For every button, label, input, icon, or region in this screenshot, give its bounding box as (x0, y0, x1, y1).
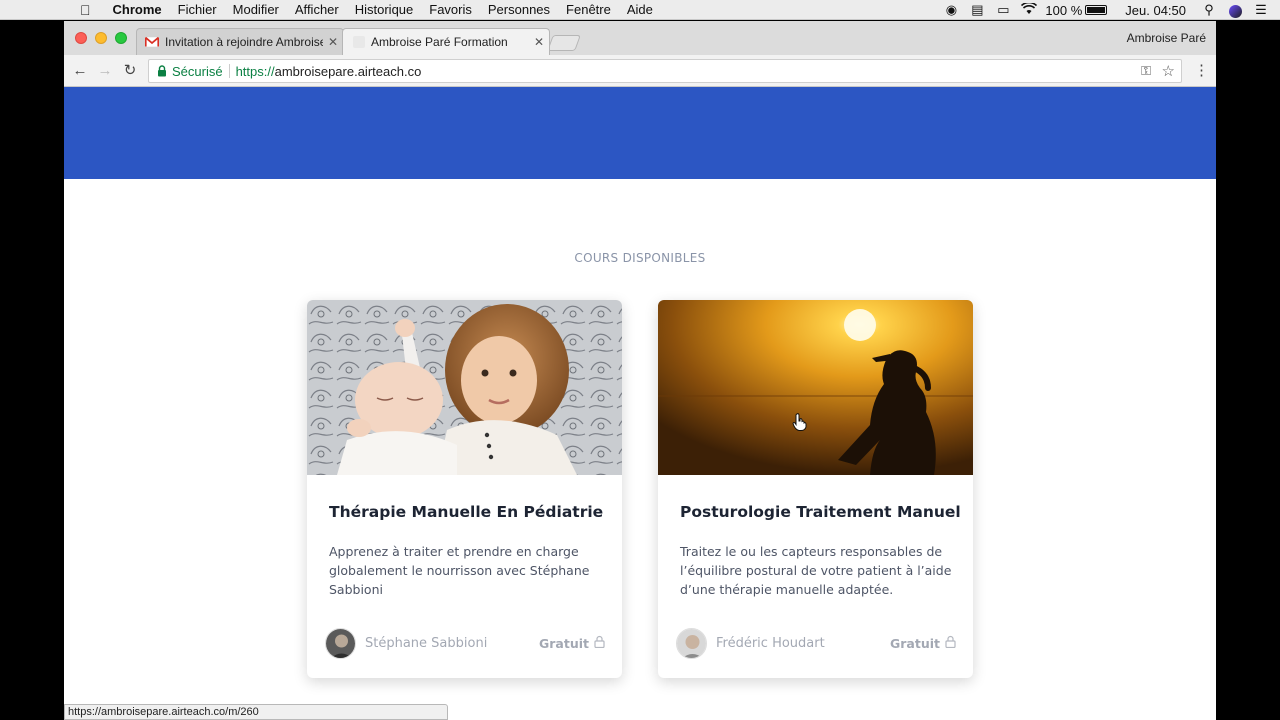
battery-percent: 100 % (1045, 2, 1083, 18)
record-icon[interactable]: ◉ (938, 2, 964, 18)
address-separator (228, 64, 230, 78)
profile-name[interactable]: Ambroise Paré (1127, 31, 1206, 45)
lock-icon (594, 635, 605, 651)
pocket-icon[interactable]: ▤ (964, 2, 990, 18)
key-icon[interactable]: ⚿ (1141, 63, 1151, 79)
hero-banner (64, 87, 1216, 179)
menu-modifier[interactable]: Modifier (225, 2, 287, 17)
macos-menubar:  Chrome Fichier Modifier Afficher Histo… (0, 0, 1280, 20)
course-card[interactable]: Posturologie Traitement Manuel Traitez l… (658, 300, 973, 678)
tab-label: Invitation à rejoindre Ambroise (165, 35, 323, 49)
author-avatar (676, 628, 707, 659)
menu-afficher[interactable]: Afficher (287, 2, 347, 17)
author-avatar (325, 628, 356, 659)
new-tab-button[interactable] (547, 35, 581, 51)
close-window-button[interactable] (75, 32, 87, 44)
page-content: COURS DISPONIBLES Thérapie Manuelle En P… (64, 87, 1216, 720)
address-bar[interactable]: Sécurisé https:// ambroisepare.airteach.… (148, 59, 1182, 83)
minimize-window-button[interactable] (95, 32, 107, 44)
zoom-window-button[interactable] (115, 32, 127, 44)
wifi-icon[interactable] (1016, 1, 1042, 18)
siri-icon[interactable] (1222, 2, 1248, 18)
tab-gmail-invitation[interactable]: Invitation à rejoindre Ambroise ✕ (136, 28, 344, 55)
course-card[interactable]: Thérapie Manuelle En Pédiatrie Apprenez … (307, 300, 622, 678)
menu-favoris[interactable]: Favoris (421, 2, 480, 17)
tab-label: Ambroise Paré Formation (371, 35, 508, 49)
price-label: Gratuit (890, 635, 940, 651)
menu-app-name[interactable]: Chrome (105, 2, 170, 17)
menu-historique[interactable]: Historique (347, 2, 422, 17)
airplay-icon[interactable]: ▭ (990, 2, 1016, 18)
status-bar-url: https://ambroisepare.airteach.co/m/260 (64, 704, 448, 720)
menu-fichier[interactable]: Fichier (170, 2, 225, 17)
browser-toolbar: ← → ↻ Sécurisé https:// ambroisepare.air… (64, 55, 1216, 87)
lock-icon[interactable] (157, 65, 167, 77)
page-icon (353, 36, 365, 48)
forward-arrow-icon[interactable]: → (95, 61, 115, 81)
notification-center-icon[interactable]: ☰ (1248, 2, 1274, 18)
menu-personnes[interactable]: Personnes (480, 2, 558, 17)
course-description: Apprenez à traiter et prendre en charge … (329, 544, 590, 597)
price-badge: Gratuit (890, 635, 956, 651)
apple-icon[interactable]:  (0, 2, 105, 18)
close-tab-icon[interactable]: ✕ (529, 35, 549, 49)
gmail-icon (145, 37, 159, 47)
bookmark-star-icon[interactable]: ☆ (1162, 62, 1175, 80)
course-footer: Stéphane Sabbioni Gratuit (325, 628, 605, 660)
spotlight-search-icon[interactable]: ⚲ (1196, 2, 1222, 18)
back-arrow-icon[interactable]: ← (70, 61, 90, 81)
secure-label[interactable]: Sécurisé (172, 64, 223, 79)
author-name: Frédéric Houdart (716, 636, 825, 651)
more-menu-icon[interactable]: ⋮ (1194, 61, 1209, 79)
url-scheme: https:// (235, 63, 275, 79)
course-image-runner-sunset (658, 300, 973, 475)
menu-fenetre[interactable]: Fenêtre (558, 2, 619, 17)
author-name: Stéphane Sabbioni (365, 636, 488, 651)
lock-icon (945, 635, 956, 651)
price-label: Gratuit (539, 635, 589, 651)
battery-icon[interactable] (1085, 5, 1108, 15)
course-footer: Frédéric Houdart Gratuit (676, 628, 956, 660)
price-badge: Gratuit (539, 635, 605, 651)
tab-strip: Invitation à rejoindre Ambroise ✕ Ambroi… (64, 21, 1216, 55)
course-title[interactable]: Posturologie Traitement Manuel (680, 503, 961, 521)
clock[interactable]: Jeu. 04:50 (1115, 3, 1196, 18)
url-host: ambroisepare.airteach.co (274, 63, 422, 79)
browser-window: Invitation à rejoindre Ambroise ✕ Ambroi… (64, 21, 1216, 720)
course-image-children (307, 300, 622, 475)
hand-pointer-cursor-icon (792, 413, 808, 431)
tab-ambroise-pare-formation[interactable]: Ambroise Paré Formation ✕ (342, 28, 550, 55)
course-title[interactable]: Thérapie Manuelle En Pédiatrie (329, 503, 603, 521)
reload-icon[interactable]: ↻ (120, 61, 140, 81)
menubar-status-area: ◉ ▤ ▭ 100 % Jeu. 04:50 ⚲ ☰ (938, 0, 1280, 20)
close-tab-icon[interactable]: ✕ (323, 35, 343, 49)
section-title: COURS DISPONIBLES (574, 251, 706, 265)
course-description: Traitez le ou les capteurs responsables … (680, 544, 952, 597)
menu-aide[interactable]: Aide (619, 2, 661, 17)
